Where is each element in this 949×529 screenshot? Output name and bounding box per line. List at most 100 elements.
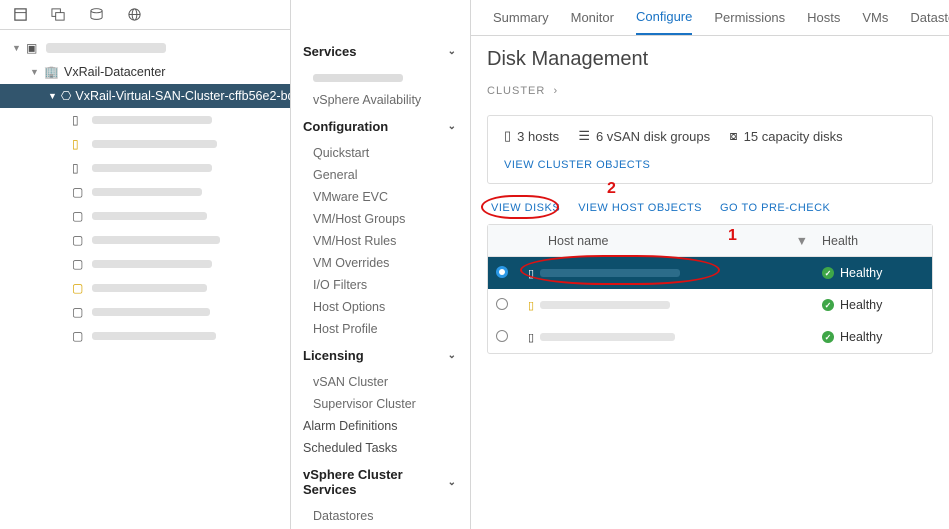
- cfg-item-supervisor-cluster[interactable]: Supervisor Cluster: [291, 393, 470, 415]
- chevron-down-icon: ⌄: [448, 477, 456, 488]
- tree-datacenter[interactable]: ▼ 🏢 VxRail-Datacenter: [0, 60, 290, 84]
- go-to-precheck-link[interactable]: GO TO PRE-CHECK: [720, 202, 830, 214]
- cluster-icon: ⎔: [61, 89, 71, 103]
- vm-icon: ▢: [72, 209, 88, 223]
- networking-icon[interactable]: [126, 7, 142, 23]
- filter-icon[interactable]: ▼: [796, 234, 808, 248]
- breadcrumb-label: CLUSTER: [487, 85, 545, 97]
- vm-icon: ▢: [72, 305, 88, 319]
- chevron-down-icon: ⌄: [448, 121, 456, 132]
- stat-diskgroups: 6 vSAN disk groups: [596, 129, 710, 144]
- radio-icon[interactable]: [496, 330, 508, 342]
- tab-vms[interactable]: VMs: [862, 0, 888, 35]
- tree-host[interactable]: ▯: [0, 132, 290, 156]
- status-ok-icon: ✓: [822, 299, 834, 311]
- cluster-label: VxRail-Virtual-SAN-Cluster-cffb56e2-bdd2…: [75, 89, 290, 103]
- vm-icon: ▢: [72, 185, 88, 199]
- tree-vm[interactable]: ▢: [0, 180, 290, 204]
- cfg-item-vmhost-rules[interactable]: VM/Host Rules: [291, 230, 470, 252]
- view-host-objects-link[interactable]: VIEW HOST OBJECTS: [578, 202, 702, 214]
- chevron-down-icon: ⌄: [448, 350, 456, 361]
- tree-vm[interactable]: ▢: [0, 228, 290, 252]
- section-label: vSphere Cluster Services: [303, 467, 448, 497]
- breadcrumb[interactable]: CLUSTER ›: [487, 85, 933, 97]
- disk-action-links: VIEW DISKS VIEW HOST OBJECTS GO TO PRE-C…: [487, 202, 933, 214]
- host-icon: ▯: [528, 331, 534, 344]
- tree-host[interactable]: ▯: [0, 156, 290, 180]
- section-vsphere-cluster-services[interactable]: vSphere Cluster Services⌄: [291, 459, 470, 505]
- tab-configure[interactable]: Configure: [636, 0, 692, 35]
- caret-down-icon[interactable]: ▼: [12, 43, 22, 53]
- caret-down-icon[interactable]: ▼: [48, 91, 57, 101]
- cfg-item[interactable]: [291, 67, 470, 89]
- radio-selected-icon[interactable]: [496, 266, 508, 278]
- tree-cluster-selected[interactable]: ▼ ⎔ VxRail-Virtual-SAN-Cluster-cffb56e2-…: [0, 84, 290, 108]
- tab-datastores[interactable]: Datastores: [910, 0, 949, 35]
- label-redacted: [92, 140, 217, 148]
- vm-icon: ▢: [72, 233, 88, 247]
- col-hostname[interactable]: Host name▼: [528, 234, 822, 248]
- cfg-item-io-filters[interactable]: I/O Filters: [291, 274, 470, 296]
- status-ok-icon: ✓: [822, 267, 834, 279]
- cfg-item-alarm-definitions[interactable]: Alarm Definitions: [291, 415, 470, 437]
- cfg-item-scheduled-tasks[interactable]: Scheduled Tasks: [291, 437, 470, 459]
- tab-permissions[interactable]: Permissions: [714, 0, 785, 35]
- table-row[interactable]: ▯ ✓Healthy: [488, 257, 932, 289]
- label-redacted: [92, 260, 212, 268]
- detail-tabs: Summary Monitor Configure Permissions Ho…: [471, 0, 949, 36]
- label-redacted: [92, 308, 210, 316]
- tab-summary[interactable]: Summary: [493, 0, 549, 35]
- tab-monitor[interactable]: Monitor: [571, 0, 614, 35]
- tree-root[interactable]: ▼ ▣: [0, 36, 290, 60]
- hostname-redacted: [540, 333, 675, 341]
- cfg-item-vsphere-availability[interactable]: vSphere Availability: [291, 89, 470, 111]
- section-licensing[interactable]: Licensing ⌄: [291, 340, 470, 371]
- tree-vm[interactable]: ▢: [0, 252, 290, 276]
- cfg-item-vmhost-groups[interactable]: VM/Host Groups: [291, 208, 470, 230]
- vms-templates-icon[interactable]: [50, 7, 66, 23]
- section-label: Licensing: [303, 348, 364, 363]
- storage-icon[interactable]: [88, 7, 104, 23]
- view-cluster-objects-link[interactable]: VIEW CLUSTER OBJECTS: [504, 159, 650, 171]
- cfg-item-host-options[interactable]: Host Options: [291, 296, 470, 318]
- host-warning-icon: ▯: [72, 137, 88, 151]
- host-icon: ▯: [72, 161, 88, 175]
- cfg-item-general[interactable]: General: [291, 164, 470, 186]
- view-disks-link[interactable]: VIEW DISKS: [491, 202, 560, 214]
- cfg-item-vmware-evc[interactable]: VMware EVC: [291, 186, 470, 208]
- cfg-item-quickstart[interactable]: Quickstart: [291, 142, 470, 164]
- label-redacted: [313, 74, 403, 82]
- section-services[interactable]: Services⌄: [291, 36, 470, 67]
- radio-icon[interactable]: [496, 298, 508, 310]
- datacenter-icon: 🏢: [44, 65, 60, 79]
- label-redacted: [92, 164, 212, 172]
- cfg-item-datastores[interactable]: Datastores: [291, 505, 470, 527]
- stat-capdisks: 15 capacity disks: [744, 129, 843, 144]
- tree-vm[interactable]: ▢: [0, 324, 290, 348]
- tab-hosts[interactable]: Hosts: [807, 0, 840, 35]
- cfg-item-host-profile[interactable]: Host Profile: [291, 318, 470, 340]
- cfg-item-vm-overrides[interactable]: VM Overrides: [291, 252, 470, 274]
- tree-vm[interactable]: ▢: [0, 276, 290, 300]
- tree-host[interactable]: ▯: [0, 108, 290, 132]
- tree-vm[interactable]: ▢: [0, 204, 290, 228]
- host-icon: ▯: [504, 128, 511, 144]
- host-warning-icon: ▯: [528, 299, 534, 312]
- hosts-clusters-icon[interactable]: [12, 7, 28, 23]
- section-label: Configuration: [303, 119, 388, 134]
- capacity-disk-icon: ⧇: [729, 128, 737, 144]
- col-health[interactable]: Health: [822, 234, 932, 248]
- table-row[interactable]: ▯ ✓Healthy: [488, 289, 932, 321]
- table-row[interactable]: ▯ ✓Healthy: [488, 321, 932, 353]
- chevron-right-icon: ›: [553, 85, 558, 97]
- hostname-redacted: [540, 269, 680, 277]
- section-configuration[interactable]: Configuration ⌄: [291, 111, 470, 142]
- tree-vm[interactable]: ▢: [0, 300, 290, 324]
- status-ok-icon: ✓: [822, 331, 834, 343]
- health-label: Healthy: [840, 266, 882, 280]
- label-redacted: [92, 116, 212, 124]
- caret-down-icon[interactable]: ▼: [30, 67, 40, 77]
- inventory-toolbar: [0, 0, 290, 30]
- cfg-item-vsan-cluster[interactable]: vSAN Cluster: [291, 371, 470, 393]
- vm-icon: ▢: [72, 329, 88, 343]
